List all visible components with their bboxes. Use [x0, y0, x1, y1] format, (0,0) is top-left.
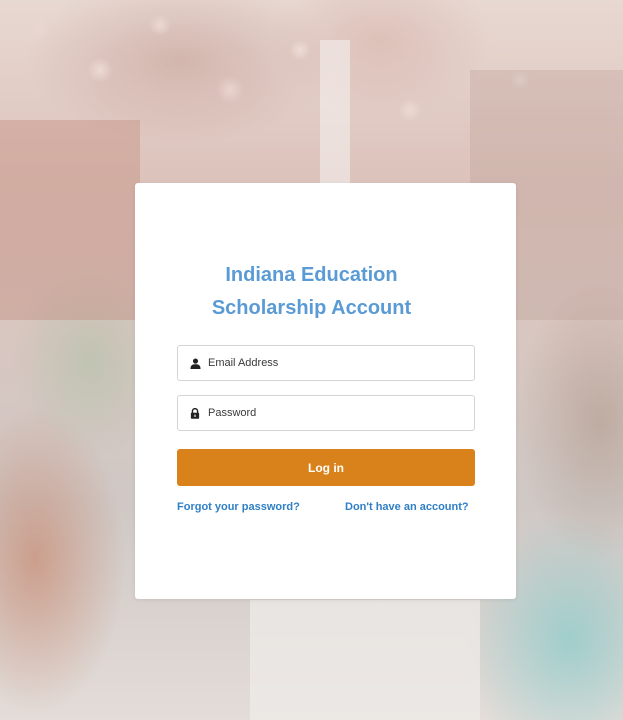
login-card: [135, 183, 516, 599]
password-input[interactable]: [208, 407, 448, 419]
pillar: [320, 40, 350, 190]
email-field[interactable]: [177, 345, 475, 381]
login-button[interactable]: Log in: [177, 449, 475, 486]
title-line-1: Indiana Education: [225, 264, 398, 286]
hallway-floor: [250, 600, 480, 720]
lock-icon: [188, 406, 202, 420]
password-field[interactable]: [177, 395, 475, 431]
email-input[interactable]: [208, 357, 448, 369]
page-title: Indiana Education Scholarship Account: [0, 259, 623, 325]
signup-link[interactable]: Don't have an account?: [345, 501, 469, 513]
forgot-password-link[interactable]: Forgot your password?: [177, 501, 300, 513]
user-icon: [188, 356, 202, 370]
title-line-2: Scholarship Account: [211, 297, 412, 319]
